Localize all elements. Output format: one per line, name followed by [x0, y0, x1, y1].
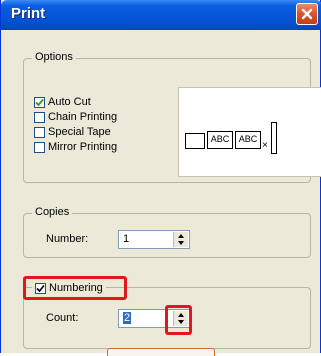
close-button[interactable] [296, 3, 318, 25]
auto-cut-check-icon [34, 96, 45, 108]
tape-blank-segment [185, 133, 205, 149]
number-value[interactable]: 1 [123, 233, 129, 245]
print-dialog: Print Options Auto Cut Chain Printing Sp… [0, 0, 321, 356]
auto-cut-label: Auto Cut [48, 96, 91, 108]
special-tape-checkbox[interactable]: Special Tape [34, 125, 111, 139]
options-group: Options Auto Cut Chain Printing Special … [23, 51, 321, 183]
dialog-title: Print [11, 5, 46, 22]
number-spin-buttons[interactable] [173, 232, 188, 247]
copies-legend: Copies [32, 206, 73, 218]
tape-abc-segment-2: ABC [235, 131, 261, 149]
mirror-printing-box [34, 141, 45, 153]
count-label: Count: [46, 312, 79, 324]
chain-printing-label: Chain Printing [48, 111, 118, 123]
auto-cut-checkbox[interactable]: Auto Cut [34, 95, 91, 109]
tape-abc-text-2: ABC [238, 134, 258, 144]
options-legend: Options [32, 51, 76, 63]
chain-printing-checkbox[interactable]: Chain Printing [34, 110, 117, 124]
count-spin-highlight [165, 305, 192, 335]
numbering-highlight [23, 276, 127, 300]
number-label: Number: [46, 233, 89, 245]
tape-abc-text-1: ABC [210, 134, 230, 144]
tape-abc-segment-1: ABC [207, 131, 233, 149]
copies-group: Copies Number: 1 [23, 206, 311, 258]
chain-printing-box [34, 111, 45, 123]
print-button-edge[interactable] [107, 348, 215, 356]
dialog-body: Options Auto Cut Chain Printing Special … [1, 30, 321, 356]
spin-down-icon[interactable] [178, 241, 184, 245]
spin-up-icon[interactable] [178, 234, 184, 238]
tape-end-bar [271, 122, 277, 154]
special-tape-label: Special Tape [48, 126, 111, 138]
title-bar[interactable]: Print [1, 0, 321, 30]
number-spinbox[interactable]: 1 [118, 230, 190, 249]
cut-mark-icon: × [262, 140, 268, 151]
count-value[interactable]: 2 [123, 312, 132, 324]
mirror-printing-checkbox[interactable]: Mirror Printing [34, 140, 117, 154]
mirror-printing-label: Mirror Printing [48, 141, 118, 153]
tape-preview: ABC ABC × [178, 87, 321, 177]
close-icon [301, 8, 313, 20]
special-tape-box [34, 126, 45, 138]
